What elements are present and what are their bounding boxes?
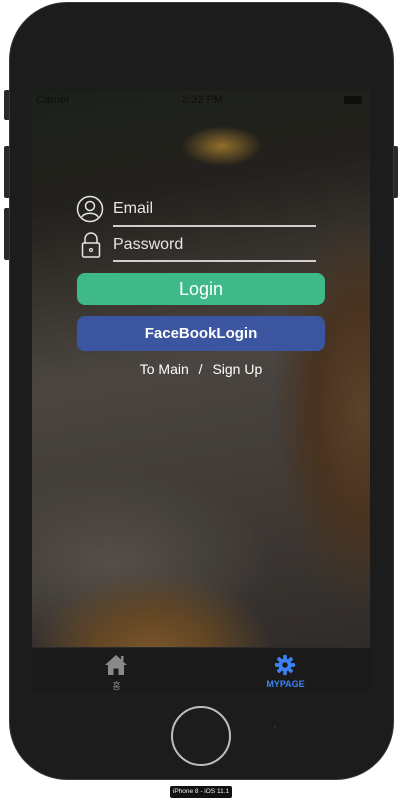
auth-links: To Main / Sign Up — [32, 361, 370, 377]
app-screen: Carrier 2:32 PM Email Password Login Fac… — [32, 91, 370, 692]
tab-mypage[interactable]: MYPAGE — [201, 648, 370, 692]
link-separator: / — [198, 361, 203, 377]
proximity-sensor — [274, 726, 276, 728]
tab-bar: 홈 MYPAGE — [32, 647, 370, 692]
email-underline — [113, 225, 316, 227]
sign-up-link[interactable]: Sign Up — [212, 361, 262, 377]
clock-text: 2:32 PM — [182, 94, 223, 106]
password-underline — [113, 260, 316, 262]
battery-icon — [344, 96, 362, 104]
facebook-login-button[interactable]: FaceBookLogin — [77, 316, 325, 351]
device-label: iPhone 8 - iOS 11.1 — [170, 786, 232, 798]
lock-icon — [81, 232, 101, 258]
home-button[interactable] — [171, 706, 231, 766]
tab-home[interactable]: 홈 — [32, 648, 201, 692]
to-main-link[interactable]: To Main — [140, 361, 189, 377]
login-button[interactable]: Login — [77, 273, 325, 305]
tab-home-label: 홈 — [112, 681, 121, 691]
email-field[interactable]: Email — [113, 200, 153, 218]
background-overlay — [32, 91, 370, 692]
house-icon — [105, 655, 127, 675]
status-bar: Carrier 2:32 PM — [32, 91, 370, 109]
password-field[interactable]: Password — [113, 236, 183, 254]
user-icon — [76, 195, 104, 223]
tab-mypage-label: MYPAGE — [266, 679, 305, 689]
carrier-text: Carrier — [36, 94, 70, 106]
gear-icon — [274, 654, 296, 676]
